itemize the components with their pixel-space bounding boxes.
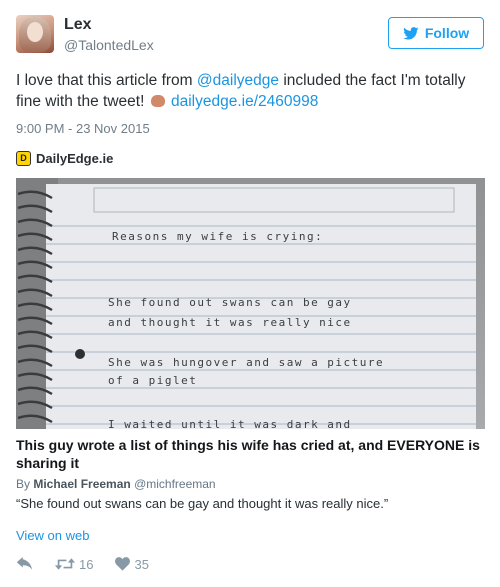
- heart-icon: [115, 557, 131, 571]
- tweet-text-part: I love that this article from: [16, 72, 197, 89]
- note-heading: Reasons my wife is crying:: [112, 230, 323, 243]
- reply-button[interactable]: [16, 557, 33, 571]
- note-line: She found out swans can be gay: [108, 296, 352, 309]
- tweet-header: Lex @TalontedLex Follow: [16, 15, 484, 57]
- retweet-count: 16: [79, 556, 94, 572]
- card-title[interactable]: This guy wrote a list of things his wife…: [16, 436, 485, 472]
- reply-icon: [16, 557, 33, 570]
- tweet-actions: 16 35: [16, 554, 171, 574]
- twitter-bird-icon: [403, 26, 419, 39]
- byline-author[interactable]: Michael Freeman: [33, 477, 130, 491]
- article-card[interactable]: Reasons my wife is crying: She found out…: [16, 178, 485, 515]
- tweet-timestamp[interactable]: 9:00 PM - 23 Nov 2015: [16, 121, 150, 136]
- notebook-photo: Reasons my wife is crying: She found out…: [16, 178, 485, 429]
- card-source[interactable]: D DailyEdge.ie: [16, 149, 113, 167]
- like-count: 35: [134, 556, 149, 572]
- note-line: and thought it was really nice: [108, 316, 352, 329]
- byline-handle[interactable]: @michfreeman: [134, 477, 216, 491]
- avatar-face: [27, 22, 43, 42]
- byline-prefix: By: [16, 477, 34, 491]
- card-image[interactable]: Reasons my wife is crying: She found out…: [16, 178, 485, 429]
- retweet-icon: [55, 558, 75, 570]
- retweet-button[interactable]: 16: [55, 557, 93, 572]
- like-button[interactable]: 35: [115, 556, 149, 572]
- tweet-text: I love that this article from @dailyedge…: [16, 70, 484, 112]
- author-name[interactable]: Lex: [64, 16, 92, 34]
- source-name: DailyEdge.ie: [36, 150, 114, 166]
- dailyedge-logo-icon: D: [16, 150, 31, 166]
- card-byline: By Michael Freeman @michfreeman: [16, 477, 216, 491]
- mention-link[interactable]: @dailyedge: [197, 72, 279, 89]
- avatar[interactable]: [16, 15, 54, 53]
- follow-button[interactable]: Follow: [388, 17, 484, 49]
- card-description: “She found out swans can be gay and thou…: [16, 496, 389, 511]
- article-link[interactable]: dailyedge.ie/2460998: [171, 93, 318, 110]
- fist-bump-emoji-icon: [150, 95, 165, 107]
- view-on-web-link[interactable]: View on web: [16, 528, 89, 543]
- logo-letter: D: [20, 153, 27, 163]
- note-line: I waited until it was dark and: [108, 418, 352, 429]
- follow-label: Follow: [424, 25, 470, 41]
- author-handle[interactable]: @TalontedLex: [64, 37, 154, 53]
- note-line: of a piglet: [108, 374, 197, 387]
- note-line: She was hungover and saw a picture: [108, 356, 384, 369]
